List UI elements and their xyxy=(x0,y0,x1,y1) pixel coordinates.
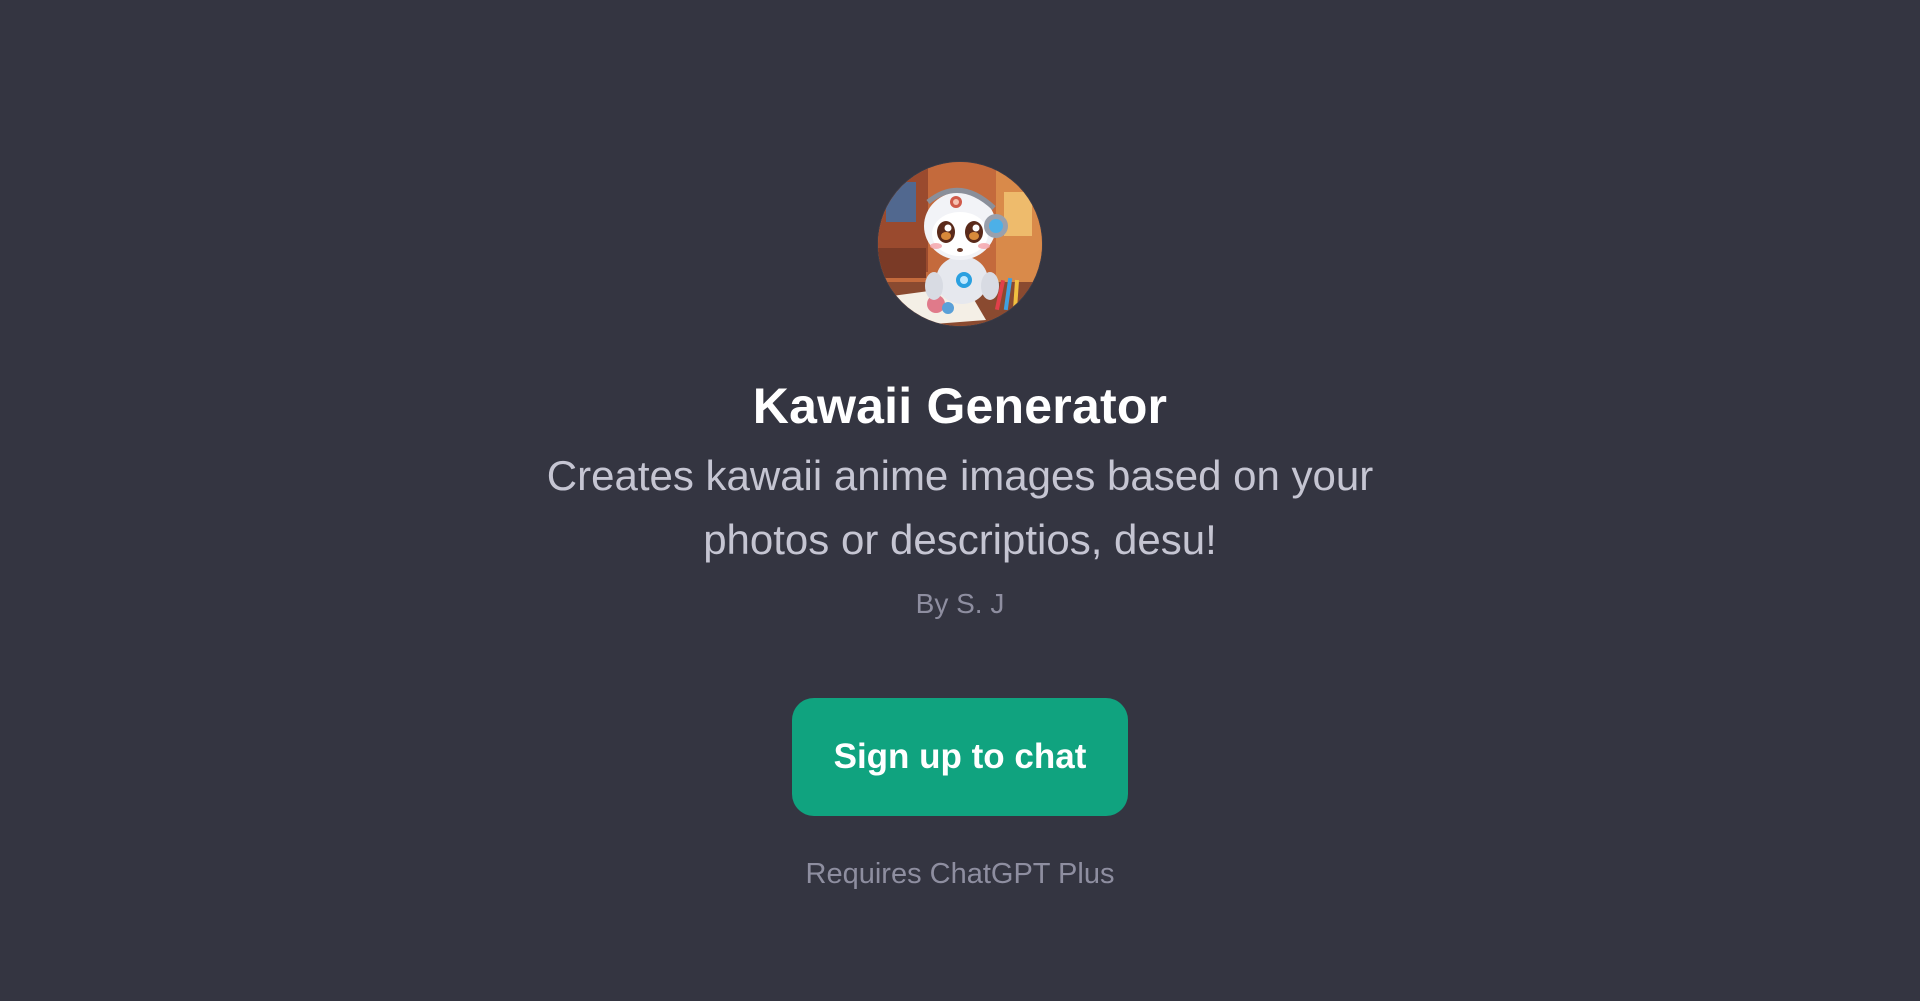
gpt-description: Creates kawaii anime images based on you… xyxy=(546,452,1374,563)
requirement-note: Requires ChatGPT Plus xyxy=(805,858,1115,890)
gpt-title: Kawaii Generator xyxy=(752,378,1168,434)
gpt-avatar xyxy=(878,162,1042,326)
robot-artist-icon xyxy=(878,162,1042,326)
sign-up-to-chat-button[interactable]: Sign up to chat xyxy=(792,698,1128,816)
gpt-landing-page: Kawaii Generator Creates kawaii anime im… xyxy=(0,0,1920,1001)
gpt-author: By S. J xyxy=(915,588,1005,619)
